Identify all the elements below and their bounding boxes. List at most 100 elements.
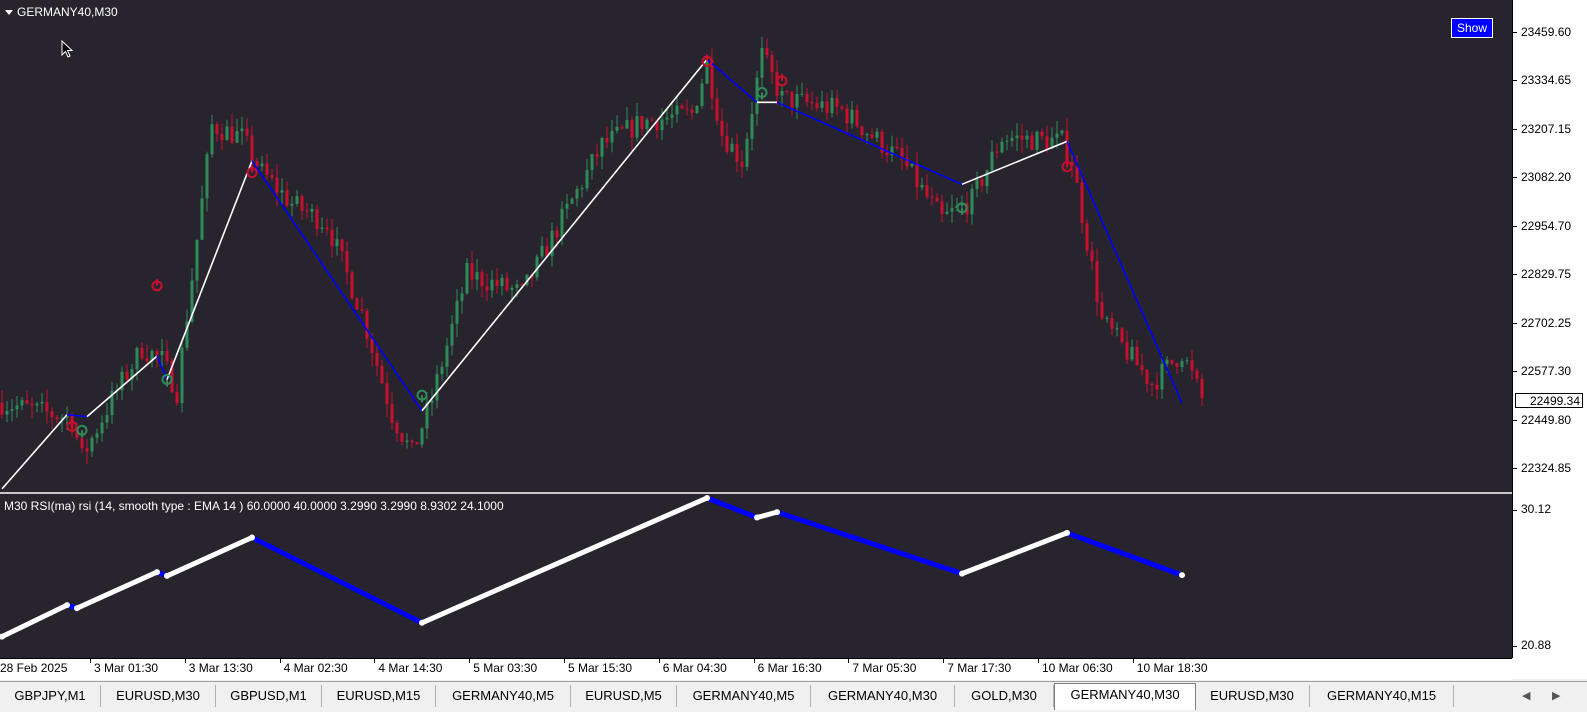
time-axis-tick	[184, 659, 186, 663]
candle-body	[370, 338, 374, 354]
tab[interactable]: EURUSD,M30	[101, 685, 216, 707]
candle-body	[685, 108, 689, 110]
candle-body	[1170, 359, 1174, 364]
candle-body	[235, 131, 239, 143]
tab[interactable]: GERMANY40,M5	[677, 685, 811, 707]
candle-body	[350, 272, 354, 299]
candle-body	[250, 135, 254, 161]
candle-body	[630, 120, 634, 138]
rsi-up-segment	[74, 569, 160, 611]
tab[interactable]: GBPUSD,M1	[216, 685, 322, 707]
time-axis-label: 6 Mar 04:30	[662, 661, 727, 675]
candle-body	[200, 198, 204, 240]
candle-body	[210, 124, 214, 155]
tab-scroll-right-icon[interactable]: ▶	[1552, 689, 1560, 702]
candle-body	[945, 211, 949, 214]
candle-body	[835, 97, 839, 107]
candle-body	[980, 179, 984, 187]
tab[interactable]: EURUSD,M15	[322, 685, 436, 707]
candle-body	[410, 440, 414, 443]
candle-body	[375, 353, 379, 366]
zigzag-group	[1, 58, 1183, 490]
candle-body	[510, 288, 514, 290]
candle-body	[50, 411, 54, 418]
show-button[interactable]: Show	[1451, 18, 1493, 38]
price-axis-tick	[1513, 371, 1517, 373]
indicator-axis-label: 20.88	[1521, 638, 1552, 652]
tab[interactable]: GERMANY40,M15	[1310, 685, 1454, 707]
rsi-down-segment	[249, 534, 425, 626]
candle-body	[1135, 346, 1139, 366]
candle-body	[605, 138, 609, 143]
candle-body	[650, 119, 654, 121]
price-axis[interactable]: 23459.60 23334.65 23207.15 23082.20 22954.70…	[1512, 0, 1587, 658]
candle-body	[195, 239, 199, 281]
indicator-axis-tick	[1513, 510, 1517, 511]
candle-body	[845, 108, 849, 124]
candle-body	[1025, 135, 1029, 140]
candle-body	[1160, 363, 1164, 390]
tab[interactable]: GBPJPY,M1	[0, 685, 101, 707]
tab[interactable]: EURUSD,M30	[1195, 685, 1310, 707]
candle-body	[345, 251, 349, 273]
candle-body	[320, 227, 324, 229]
time-axis-label: 5 Mar 15:30	[568, 661, 633, 675]
candle-body	[1010, 138, 1014, 141]
candle-body	[620, 126, 624, 129]
time-axis-label: 4 Mar 14:30	[378, 661, 443, 675]
tab[interactable]: EURUSD,M5	[571, 685, 677, 707]
rsi-point	[64, 602, 70, 609]
tab[interactable]: GOLD,M30	[955, 685, 1054, 707]
candle-body	[820, 101, 824, 108]
price-axis-label: 22954.70	[1521, 218, 1572, 233]
price-chart-pane[interactable]: GERMANY40,M30 Show	[0, 0, 1512, 492]
candle-body	[795, 94, 799, 108]
dropdown-triangle-icon[interactable]	[5, 10, 13, 16]
candle-body	[340, 239, 344, 252]
candle-body	[1015, 135, 1019, 139]
rsi-indicator-pane[interactable]: M30 RSI(ma) rsi (14, smooth type : EMA 1…	[0, 494, 1512, 658]
time-axis[interactable]: 28 Feb 2025 3 Mar 01:30 3 Mar 13:30 4 Mar 0…	[0, 658, 1512, 680]
candle-body	[485, 286, 489, 291]
chart-symbol-label[interactable]: GERMANY40,M30	[5, 5, 118, 19]
tab-scroll-left-icon[interactable]: ◀	[1522, 689, 1530, 702]
rsi-point	[754, 514, 760, 521]
candle-body	[1105, 318, 1109, 320]
candle-body	[415, 442, 419, 445]
rsi-up-segment	[0, 602, 70, 640]
candle-body	[20, 400, 24, 406]
time-axis-label: 6 Mar 16:30	[757, 661, 822, 675]
candle-body	[400, 433, 404, 442]
price-axis-label: 22324.85	[1521, 461, 1572, 475]
zigzag-up-segment	[166, 160, 253, 380]
tab-active[interactable]: GERMANY40,M30	[1054, 683, 1196, 710]
candle-body	[105, 415, 109, 423]
zigzag-down-segment	[251, 160, 423, 412]
candle-body	[145, 358, 149, 362]
tab[interactable]: GERMANY40,M5	[436, 685, 571, 707]
candle-body	[1150, 383, 1154, 385]
rsi-down-segment	[1064, 530, 1185, 578]
candle-body	[225, 126, 229, 141]
price-axis-tick	[1513, 32, 1517, 33]
candle-body	[315, 208, 319, 229]
time-axis-tick	[753, 659, 755, 663]
candle-body	[30, 403, 34, 406]
price-axis-label: 23459.60	[1521, 25, 1572, 39]
time-axis-label: 10 Mar 06:30	[1042, 661, 1113, 675]
time-axis-tick	[90, 659, 91, 663]
time-axis-label: 3 Mar 01:30	[94, 661, 159, 675]
candle-body	[935, 197, 939, 202]
rsi-up-segment	[959, 530, 1070, 577]
price-axis-tick	[1513, 177, 1517, 179]
rsi-point	[1064, 529, 1070, 536]
candle-body	[135, 347, 139, 370]
buy-signal-marker	[76, 424, 88, 438]
candle-body	[180, 347, 184, 403]
candle-body	[1115, 328, 1119, 330]
candle-body	[1175, 363, 1179, 368]
candle-body	[710, 59, 714, 99]
candle-body	[475, 272, 479, 280]
price-axis-tick	[1513, 468, 1517, 469]
tab[interactable]: GERMANY40,M30	[811, 685, 955, 707]
